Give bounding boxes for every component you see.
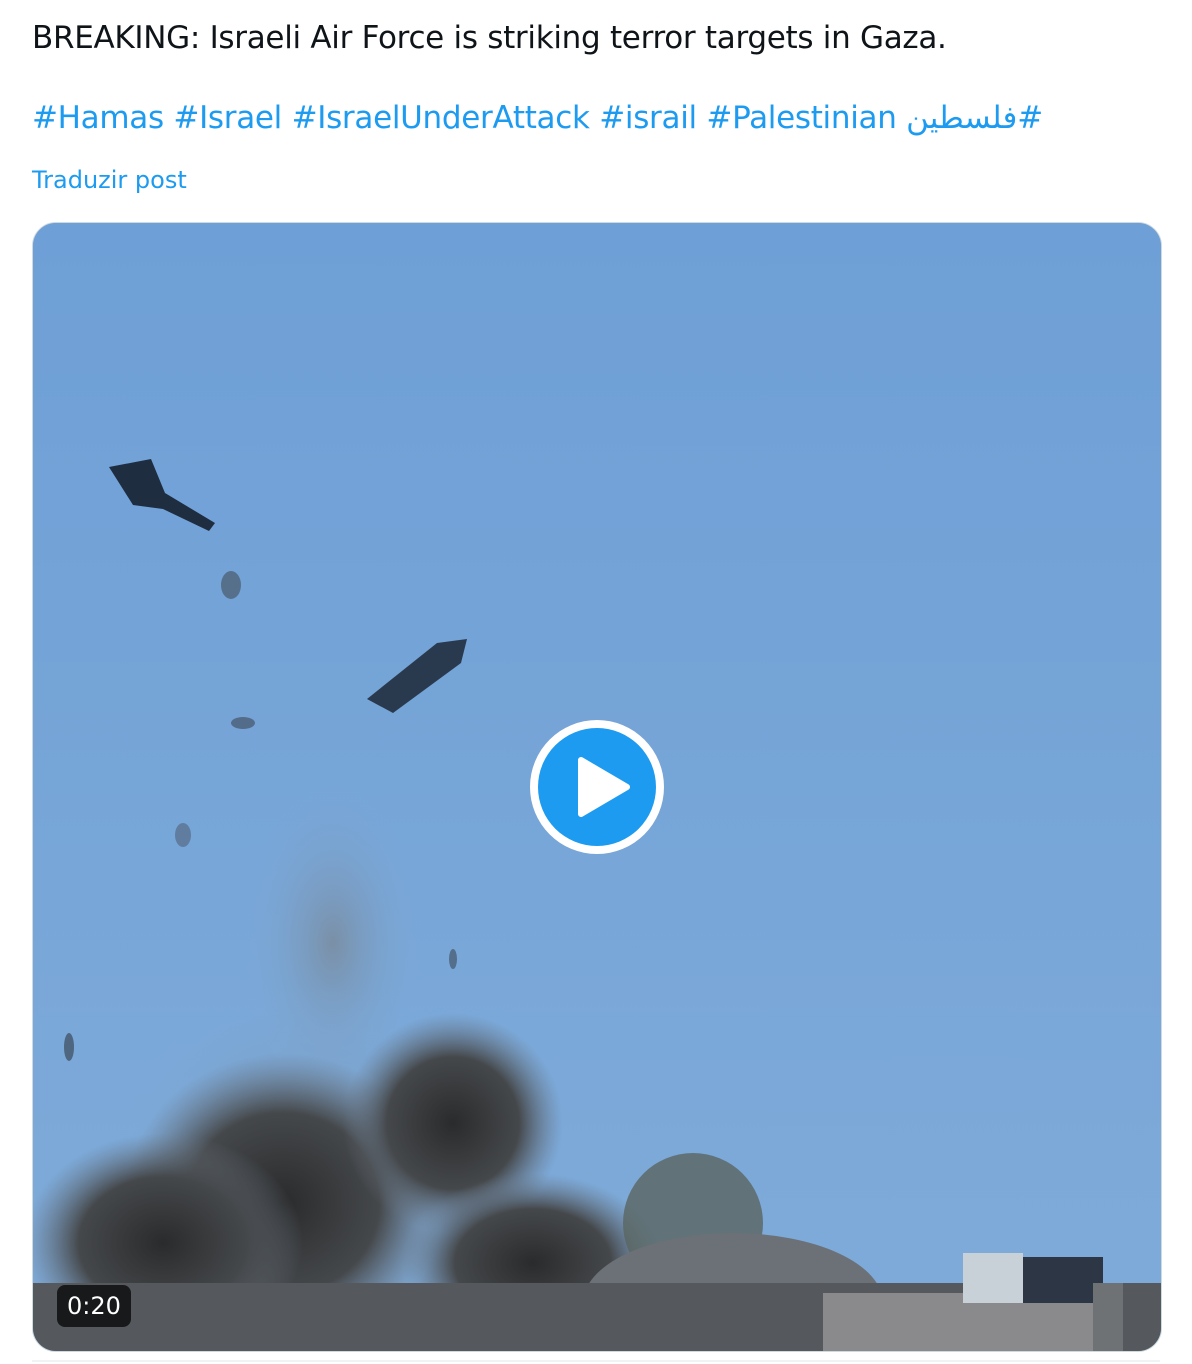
hashtag-link[interactable]: #Palestinian bbox=[706, 100, 896, 136]
hashtag-link[interactable]: #israil bbox=[599, 100, 697, 136]
play-icon bbox=[578, 757, 630, 817]
hashtag-list: #Hamas #Israel #IsraelUnderAttack #israi… bbox=[32, 98, 1152, 138]
post-body: BREAKING: Israeli Air Force is striking … bbox=[32, 20, 947, 56]
hashtag-link[interactable]: #فلسطين bbox=[906, 100, 1043, 136]
video-duration-badge: 0:20 bbox=[57, 1285, 131, 1327]
play-button[interactable] bbox=[530, 720, 664, 854]
divider bbox=[32, 1360, 1160, 1362]
translate-post-link[interactable]: Traduzir post bbox=[32, 164, 187, 196]
hashtag-link[interactable]: #IsraelUnderAttack bbox=[292, 100, 590, 136]
hashtag-link[interactable]: #Hamas bbox=[32, 100, 164, 136]
play-button-circle bbox=[538, 728, 656, 846]
hashtag-link[interactable]: #Israel bbox=[173, 100, 282, 136]
post-text: BREAKING: Israeli Air Force is striking … bbox=[32, 18, 1152, 138]
video-player[interactable]: 0:20 bbox=[32, 222, 1162, 1352]
